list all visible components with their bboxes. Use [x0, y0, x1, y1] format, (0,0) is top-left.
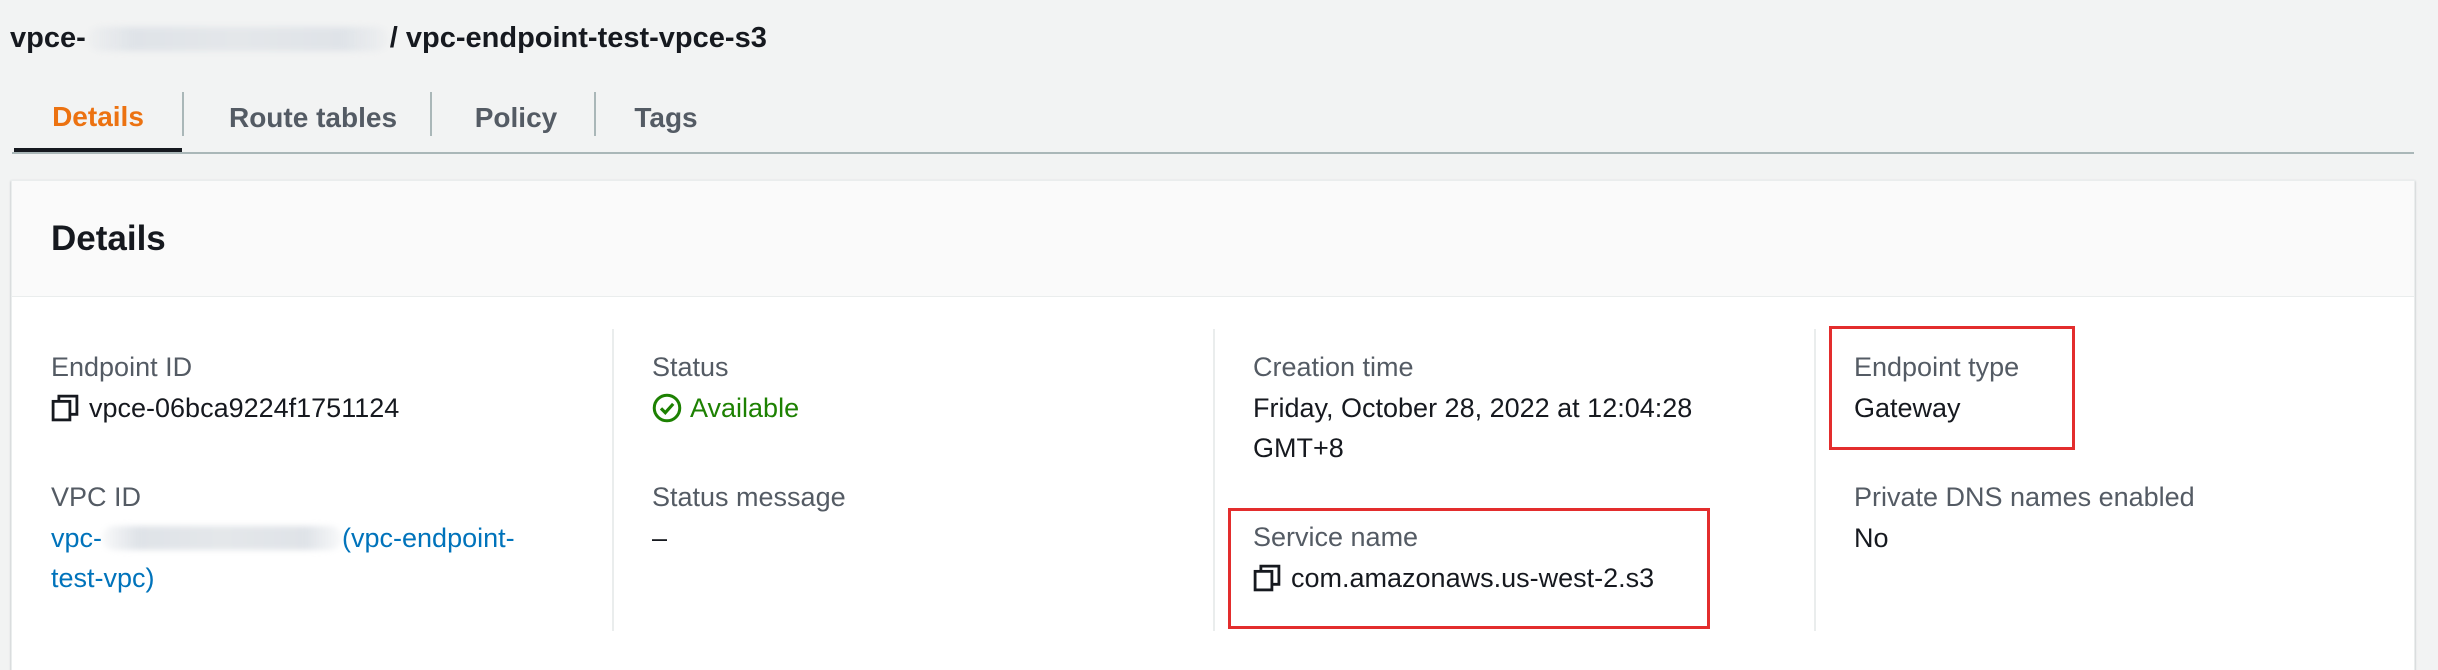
endpoint-id-label: Endpoint ID	[51, 352, 193, 382]
endpoint-type-field: Endpoint type Gateway	[1854, 348, 2019, 428]
copy-icon[interactable]	[1253, 564, 1281, 592]
page: vpce- / vpc-endpoint-test-vpce-s3 Detail…	[0, 0, 2438, 670]
vpc-id-label: VPC ID	[51, 482, 142, 512]
private-dns-value: No	[1854, 523, 1889, 553]
redacted-id	[87, 26, 388, 51]
endpoint-type-label: Endpoint type	[1854, 352, 2020, 382]
vpc-id-suffix: (vpc-endpoint-	[342, 523, 515, 553]
tab-tags[interactable]: Tags	[596, 86, 736, 150]
details-panel: Details Endpoint ID vpce-06bca9224f17511…	[11, 180, 2415, 670]
tab-route-tables-label: Route tables	[228, 102, 398, 133]
tab-details-label: Details	[52, 101, 144, 132]
status-message-label: Status message	[652, 482, 846, 512]
service-name-label: Service name	[1253, 522, 1419, 552]
creation-time-field: Creation time Friday, October 28, 2022 a…	[1253, 348, 1692, 468]
copy-icon[interactable]	[51, 394, 79, 422]
endpoint-type-value: Gateway	[1854, 393, 1961, 423]
status-message-field: Status message –	[652, 478, 846, 558]
status-message-value: –	[652, 523, 668, 553]
tab-bar: Details Route tables Policy Tags	[12, 86, 2414, 154]
endpoint-id-value: vpce-06bca9224f1751124	[89, 393, 400, 423]
service-name-value: com.amazonaws.us-west-2.s3	[1291, 563, 1655, 593]
endpoint-name: / vpc-endpoint-test-vpce-s3	[389, 22, 767, 54]
check-circle-icon	[652, 393, 682, 423]
status-value: Available	[690, 393, 800, 423]
service-name-field: Service name com.amazonaws.us-west-2.s3	[1253, 518, 1654, 598]
redacted-vpc-id	[102, 526, 343, 550]
panel-title: Details	[51, 219, 166, 258]
column-divider	[612, 329, 614, 631]
creation-time-value-line2: GMT+8	[1253, 433, 1344, 463]
private-dns-label: Private DNS names enabled	[1854, 482, 2195, 512]
endpoint-id-prefix: vpce-	[10, 22, 86, 54]
tab-policy[interactable]: Policy	[432, 86, 600, 150]
vpc-id-link-line2[interactable]: test-vpc)	[51, 558, 515, 598]
status-label: Status	[652, 352, 729, 382]
panel-header: Details	[12, 181, 2414, 297]
tab-policy-label: Policy	[474, 102, 558, 133]
tab-route-tables[interactable]: Route tables	[184, 86, 442, 150]
status-field: Status Available	[652, 348, 799, 428]
private-dns-field: Private DNS names enabled No	[1854, 478, 2195, 558]
creation-time-value-line1: Friday, October 28, 2022 at 12:04:28	[1253, 393, 1693, 423]
creation-time-label: Creation time	[1253, 352, 1414, 382]
endpoint-id-field: Endpoint ID vpce-06bca9224f1751124	[51, 348, 399, 428]
tab-details[interactable]: Details	[14, 86, 182, 152]
vpc-id-field: VPC ID vpc- (vpc-endpoint- test-vpc)	[51, 478, 515, 598]
breadcrumb: vpce- / vpc-endpoint-test-vpce-s3	[10, 22, 767, 55]
column-divider	[1814, 329, 1816, 631]
vpc-id-link[interactable]: vpc- (vpc-endpoint-	[51, 518, 515, 558]
tab-tags-label: Tags	[634, 102, 698, 133]
vpc-id-prefix: vpc-	[51, 523, 103, 553]
column-divider	[1213, 329, 1215, 631]
